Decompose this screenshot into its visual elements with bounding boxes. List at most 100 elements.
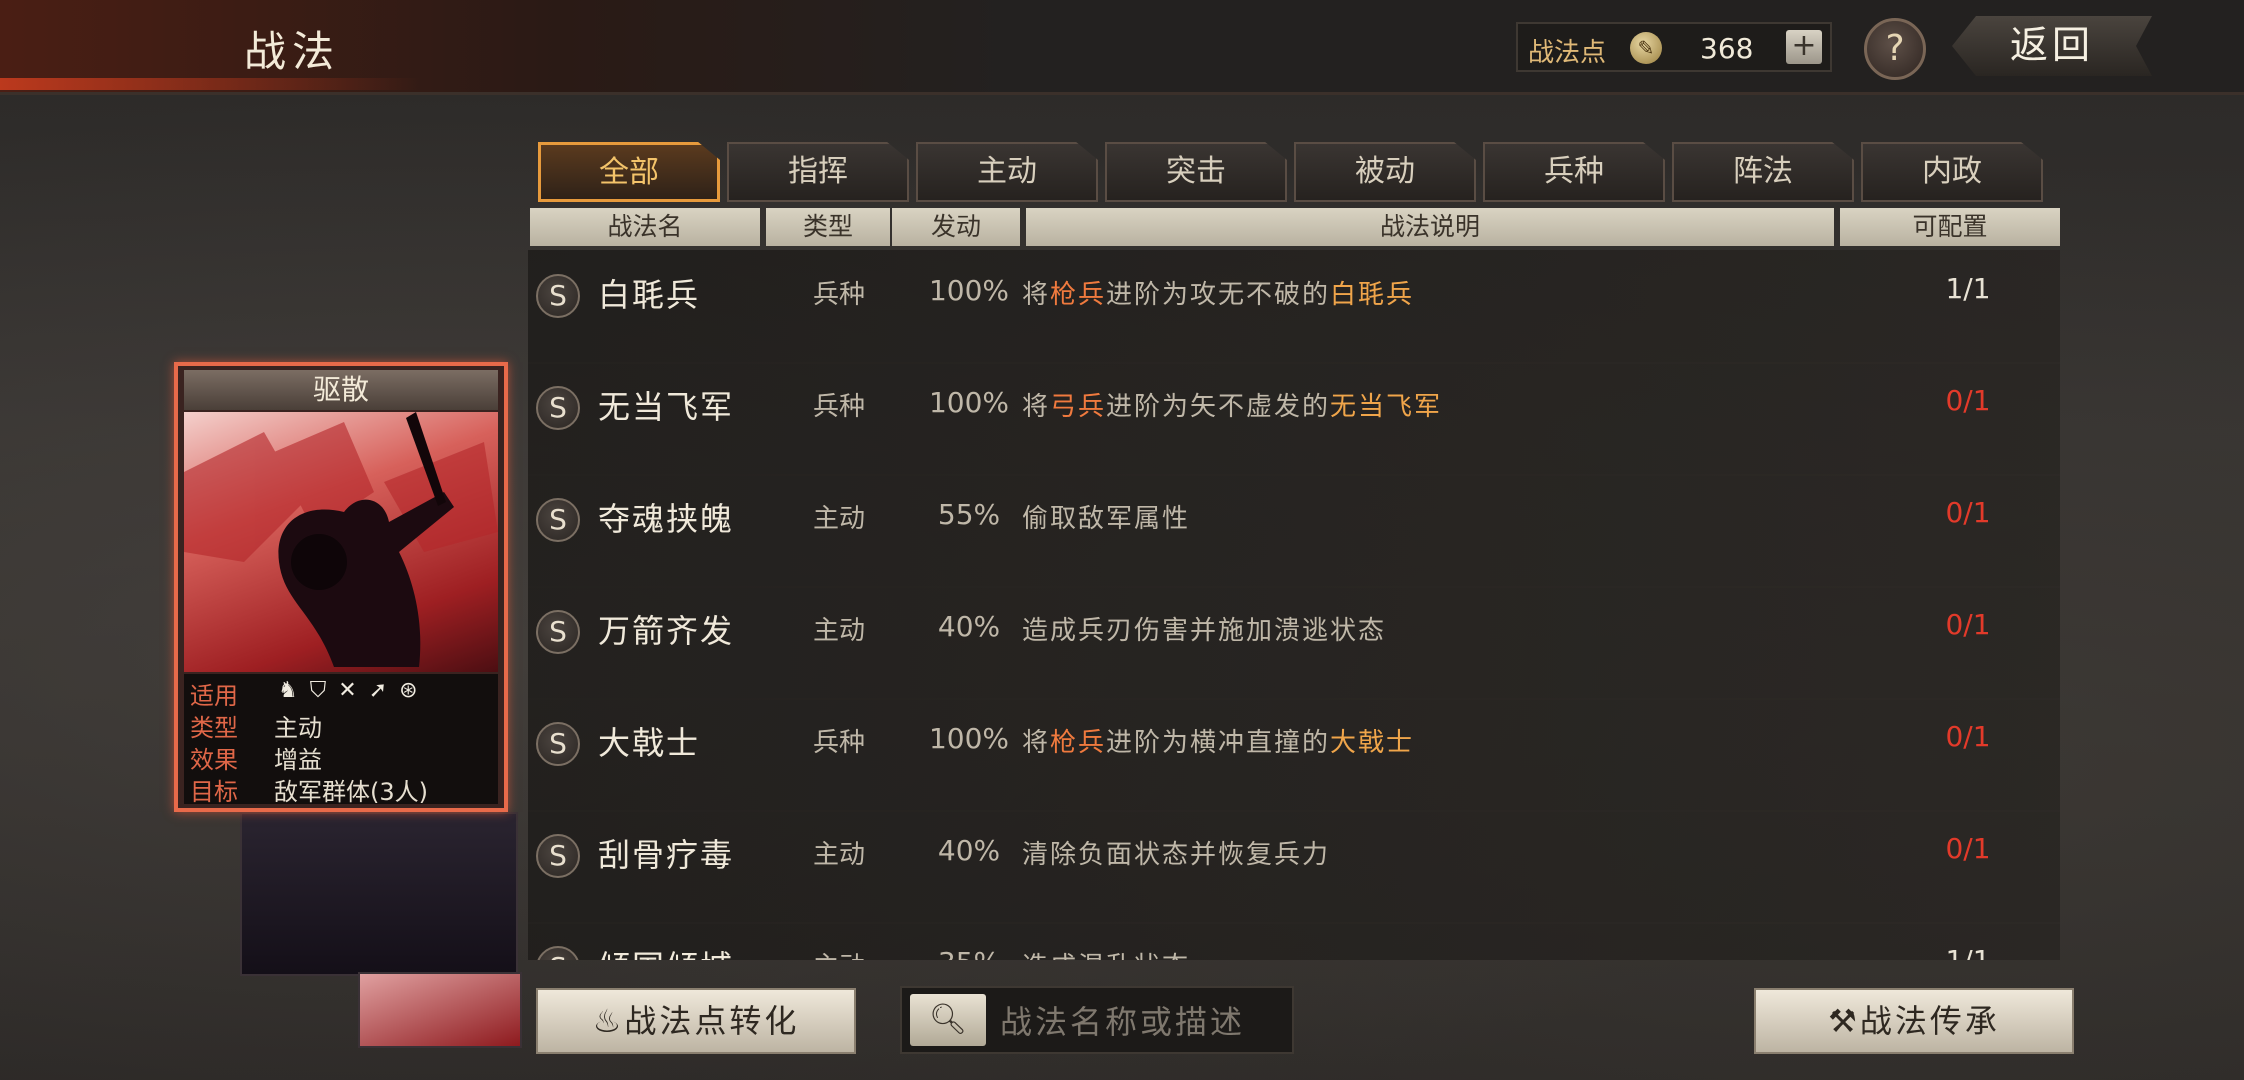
skill-type: 兵种 — [812, 728, 865, 758]
skill-points-panel: 战法点 ✎ 368 + — [1516, 22, 1832, 72]
description-highlight: 枪兵 — [1050, 728, 1107, 758]
skill-description: 造成兵刃伤害并施加溃逃状态 — [1022, 610, 1386, 647]
skill-row[interactable]: S 大戟士 兵种 100% 将枪兵进阶为横冲直撞的大戟士 0/1 — [528, 698, 2060, 812]
convert-points-label: 战法点转化 — [624, 1002, 800, 1040]
tab-passive[interactable]: 被动 — [1294, 142, 1476, 202]
rank-badge: S — [536, 498, 580, 542]
info-value: 增益 — [274, 746, 322, 774]
info-key: 效果 — [190, 746, 238, 774]
inherit-skill-label: 战法传承 — [1859, 1002, 2000, 1040]
config-count: 0/1 — [1945, 496, 1991, 529]
search-icon[interactable]: 🔍︎ — [910, 994, 986, 1046]
info-value: 敌军群体(3人) — [274, 778, 428, 806]
tab-active[interactable]: 主动 — [916, 142, 1098, 202]
hammer-icon: ⚒ — [1828, 1002, 1860, 1040]
skill-list[interactable]: S 白毦兵 兵种 100% 将枪兵进阶为攻无不破的白毦兵 1/1 S 无当飞军 兵种 100% 将弓… — [528, 250, 2060, 960]
skill-name[interactable]: 万箭齐发 — [598, 606, 734, 652]
skill-name[interactable]: 倾国倾城 — [598, 942, 734, 960]
config-count: 1/1 — [1908, 944, 2028, 960]
rank-badge: S — [536, 946, 580, 960]
skill-name[interactable]: 白毦兵 — [598, 270, 700, 316]
chariot-icon: ⊛ — [399, 678, 430, 703]
config-count: 1/1 — [1945, 272, 1991, 305]
info-key: 目标 — [190, 778, 238, 806]
description-text: 造成兵刃伤害并施加溃逃状态 — [1022, 616, 1387, 646]
column-header-description: 战法说明 — [1026, 208, 1834, 246]
card-stack-back — [240, 812, 518, 976]
rank-badge: S — [536, 274, 580, 318]
search-input[interactable] — [998, 996, 1282, 1048]
shield-icon: ⛉ — [309, 678, 339, 703]
description-text: 偷取敌军属性 — [1022, 504, 1191, 534]
rank-badge: S — [536, 834, 580, 878]
skill-type: 主动 — [764, 946, 914, 960]
description-highlight: 无当飞军 — [1330, 392, 1443, 422]
page-title: 战法 — [244, 27, 341, 76]
skill-name[interactable]: 刮骨疗毒 — [598, 830, 734, 876]
help-button[interactable]: ? — [1864, 18, 1926, 80]
flame-icon: ♨ — [592, 1002, 625, 1040]
description-highlight: 弓兵 — [1050, 392, 1107, 422]
config-count: 0/1 — [1945, 720, 1991, 753]
cavalry-icon: ♞ — [278, 678, 310, 703]
info-value: 主动 — [274, 714, 322, 742]
selected-skill-card[interactable]: 驱散 适用 ♞⛉✕➚⊛ 类型 主动 效果 增益 目标 敌军群体(3人) — [174, 362, 508, 812]
skill-row[interactable]: S 白毦兵 兵种 100% 将枪兵进阶为攻无不破的白毦兵 1/1 — [528, 250, 2060, 364]
description-text: 清除负面状态并恢复兵力 — [1022, 840, 1331, 870]
skill-type: 主动 — [812, 840, 865, 870]
skill-row[interactable]: S 刮骨疗毒 主动 40% 清除负面状态并恢复兵力 0/1 — [528, 810, 2060, 924]
tab-troop[interactable]: 兵种 — [1483, 142, 1665, 202]
description-text: 将 — [1022, 392, 1051, 422]
tab-assault[interactable]: 突击 — [1105, 142, 1287, 202]
description-highlight: 枪兵 — [1050, 280, 1107, 310]
tab-formation[interactable]: 阵法 — [1672, 142, 1854, 202]
top-bar: 战法 战法点 ✎ 368 + ? 返回 — [0, 0, 2244, 95]
skill-row[interactable]: S 无当飞军 兵种 100% 将弓兵进阶为矢不虚发的无当飞军 0/1 — [528, 362, 2060, 476]
skill-points-value: 368 — [1700, 32, 1754, 65]
tab-internal[interactable]: 内政 — [1861, 142, 2043, 202]
skill-type: 主动 — [812, 616, 865, 646]
column-header-name[interactable]: 战法名 — [530, 208, 760, 246]
skill-name[interactable]: 夺魂挟魄 — [598, 494, 734, 540]
spear-icon: ➚ — [368, 678, 400, 703]
skill-row[interactable]: S倾国倾城主动35%造成混乱状态1/1 — [528, 922, 2060, 960]
title-glow — [0, 78, 420, 90]
skill-points-label: 战法点 — [1528, 38, 1607, 68]
skill-description: 将弓兵进阶为矢不虚发的无当飞军 — [1022, 386, 1442, 423]
card-artwork — [184, 412, 498, 672]
info-key: 适用 — [190, 682, 238, 710]
skill-description: 将枪兵进阶为攻无不破的白毦兵 — [1022, 274, 1414, 311]
skill-row[interactable]: S 夺魂挟魄 主动 55% 偷取敌军属性 0/1 — [528, 474, 2060, 588]
skill-name[interactable]: 无当飞军 — [598, 382, 734, 428]
inherit-skill-button[interactable]: ⚒战法传承 — [1754, 988, 2074, 1054]
card-info-row: 效果 增益 — [190, 740, 322, 775]
tab-all[interactable]: 全部 — [538, 142, 720, 202]
tab-command[interactable]: 指挥 — [727, 142, 909, 202]
rank-badge: S — [536, 610, 580, 654]
description-text: 进阶为攻无不破的 — [1106, 280, 1331, 310]
column-header-type[interactable]: 类型 — [766, 208, 890, 246]
column-header-rate[interactable]: 发动 — [892, 208, 1020, 246]
skill-name[interactable]: 大戟士 — [598, 718, 700, 764]
column-header-config[interactable]: 可配置 — [1840, 208, 2060, 246]
card-info-row: 目标 敌军群体(3人) — [190, 772, 428, 807]
description-text: 进阶为矢不虚发的 — [1106, 392, 1331, 422]
convert-points-button[interactable]: ♨战法点转化 — [536, 988, 856, 1054]
card-stack-back-2 — [358, 972, 522, 1048]
card-info: 适用 ♞⛉✕➚⊛ 类型 主动 效果 增益 目标 敌军群体(3人) — [184, 674, 498, 807]
warrior-silhouette — [184, 412, 498, 667]
skill-row[interactable]: S 万箭齐发 主动 40% 造成兵刃伤害并施加溃逃状态 0/1 — [528, 586, 2060, 700]
card-title: 驱散 — [184, 370, 498, 410]
description-text: 造成混乱状态 — [1022, 952, 1190, 960]
rank-badge: S — [536, 386, 580, 430]
config-count: 0/1 — [1945, 384, 1991, 417]
add-points-button[interactable]: + — [1786, 30, 1822, 64]
back-button[interactable]: 返回 — [1952, 16, 2152, 76]
card-info-row: 适用 ♞⛉✕➚⊛ — [190, 676, 417, 711]
feather-icon: ✎ — [1630, 32, 1662, 64]
description-highlight: 大戟士 — [1330, 728, 1415, 758]
description-text: 将 — [1022, 728, 1051, 758]
search-bar: 🔍︎ — [900, 986, 1294, 1054]
skill-type: 主动 — [812, 504, 865, 534]
skill-description: 将枪兵进阶为横冲直撞的大戟士 — [1022, 722, 1414, 759]
